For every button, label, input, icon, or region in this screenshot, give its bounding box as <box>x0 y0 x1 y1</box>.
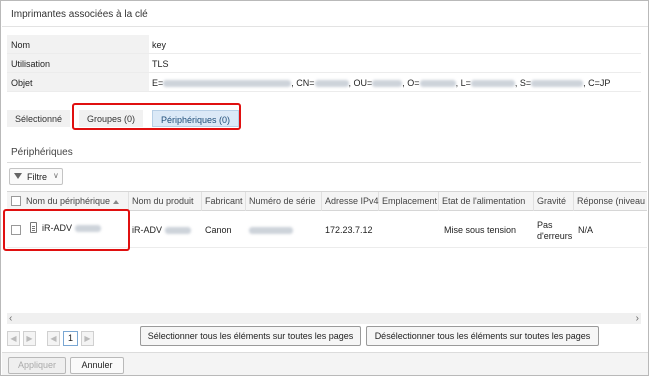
column-header-serial[interactable]: Numéro de série <box>246 192 322 211</box>
apply-button[interactable]: Appliquer <box>8 357 66 374</box>
scroll-left-icon[interactable]: ‹ <box>9 313 12 324</box>
cell-response: N/A <box>578 225 594 235</box>
horizontal-scrollbar[interactable]: ‹ › <box>7 313 641 324</box>
info-value: TLS <box>152 59 169 69</box>
redacted-text <box>531 80 584 88</box>
subject-part: , S= <box>514 78 532 88</box>
product-name-text: iR-ADV <box>132 225 163 235</box>
redacted-text <box>314 80 349 88</box>
subject-part: , CN= <box>291 78 315 88</box>
redacted-text <box>470 80 515 88</box>
dialog-title: Imprimantes associées à la clé <box>11 9 148 20</box>
cell-power-state: Mise sous tension <box>444 225 517 235</box>
annotation-highlight-tabs <box>72 103 241 130</box>
tab-selected[interactable]: Sélectionné <box>7 110 71 127</box>
next-page-icon[interactable]: ▶ <box>23 331 36 346</box>
filter-label: Filtre <box>27 172 47 182</box>
cell-product-name: iR-ADV <box>132 225 191 235</box>
last-page-icon[interactable]: ▶ <box>81 331 94 346</box>
redacted-text <box>164 227 191 235</box>
column-header-severity[interactable]: Gravité <box>534 192 574 211</box>
first-page-icon[interactable]: ◀ <box>47 331 60 346</box>
column-header-response[interactable]: Réponse (niveau o <box>574 192 647 211</box>
prev-page-icon[interactable]: ◀ <box>7 331 20 346</box>
column-header-location[interactable]: Emplacement <box>379 192 439 211</box>
column-header-product-name[interactable]: Nom du produit <box>129 192 202 211</box>
chevron-down-icon: ∨ <box>53 171 59 180</box>
subject-part: , O= <box>402 78 420 88</box>
cell-manufacturer: Canon <box>205 225 232 235</box>
info-label: Nom <box>7 35 149 53</box>
subject-part: , C=JP <box>583 78 611 88</box>
column-header-manufacturer[interactable]: Fabricant <box>202 192 246 211</box>
info-row-name: Nom key <box>7 35 641 54</box>
info-label: Objet <box>7 73 149 91</box>
cell-severity: Pas d'erreurs <box>537 220 573 241</box>
column-header-ipv4[interactable]: Adresse IPv4 <box>322 192 379 211</box>
subject-part: E= <box>152 78 164 88</box>
select-all-checkbox[interactable] <box>11 196 21 206</box>
annotation-highlight-device <box>3 209 130 251</box>
section-title: Périphériques <box>11 147 73 158</box>
subject-part: , L= <box>455 78 471 88</box>
column-label: Nom du périphérique <box>26 196 111 206</box>
info-label: Utilisation <box>7 54 149 72</box>
divider <box>7 162 641 163</box>
dialog-footer: Appliquer Annuler <box>2 352 648 375</box>
info-row-usage: Utilisation TLS <box>7 54 641 73</box>
cell-serial <box>249 225 293 235</box>
filter-button[interactable]: Filtre ∨ <box>9 168 63 185</box>
info-value: key <box>152 40 167 50</box>
cancel-button[interactable]: Annuler <box>70 357 124 374</box>
redacted-text <box>163 80 292 88</box>
deselect-all-pages-button[interactable]: Désélectionner tous les éléments sur tou… <box>366 326 599 346</box>
sort-ascending-icon <box>113 199 120 204</box>
page-number[interactable]: 1 <box>63 331 78 346</box>
column-header-power-state[interactable]: Etat de l'alimentation <box>439 192 534 211</box>
key-info-table: Nom key Utilisation TLS Objet E= , CN= , O… <box>7 35 641 92</box>
subject-part: , OU= <box>348 78 373 88</box>
info-row-subject: Objet E= , CN= , OU= , O= , L= , S= , C=JP <box>7 73 641 92</box>
dialog-title-bar: Imprimantes associées à la clé <box>2 2 648 27</box>
dialog-window: Imprimantes associées à la clé Nom key U… <box>0 0 649 376</box>
select-all-pages-button[interactable]: Sélectionner tous les éléments sur toute… <box>140 326 361 346</box>
redacted-text <box>419 80 456 88</box>
redacted-text <box>249 227 293 235</box>
subject-value: E= , CN= , OU= , O= , L= , S= , C=JP <box>152 78 610 88</box>
filter-icon <box>14 173 22 179</box>
cell-ipv4: 172.23.7.12 <box>325 225 373 235</box>
scroll-right-icon[interactable]: › <box>636 313 639 324</box>
redacted-text <box>372 80 403 88</box>
